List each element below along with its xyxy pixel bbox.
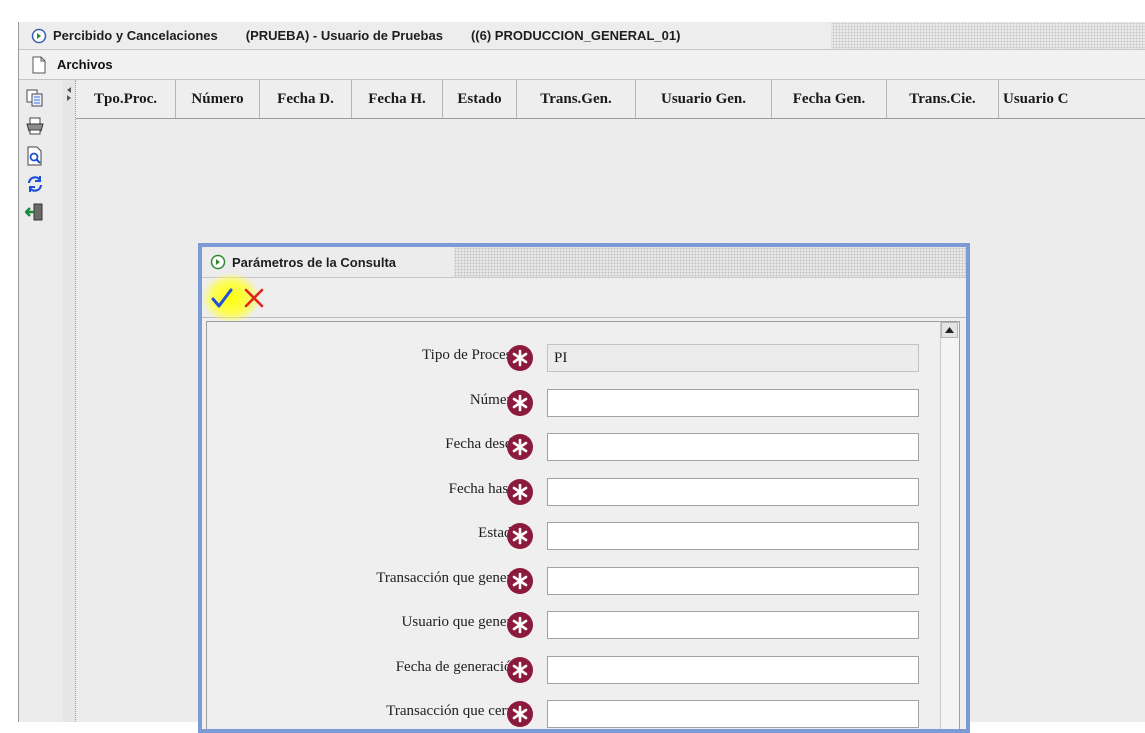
fecha-desde-field[interactable] [547,433,919,461]
required-icon [507,434,533,460]
dialog-form: Tipo de Proceso Número Fecha [206,321,960,729]
form-row-estado: Estado [207,521,927,551]
refresh-button[interactable] [23,172,47,196]
exit-icon [25,203,43,221]
window-title-db: ((6) PRODUCCION_GENERAL_01) [470,28,681,43]
estado-field[interactable] [547,522,919,550]
close-icon [244,288,264,308]
window-title-app: Percibido y Cancelaciones [53,28,218,43]
transaccion-genero-field[interactable] [547,567,919,595]
field-label: Transacción que cerró [386,703,519,719]
query-parameters-dialog: Parámetros de la Consulta Tipo de Proces… [198,243,970,733]
menu-bar: Archivos [19,50,1145,80]
form-row-transaccion-genero: Transacción que generó [207,566,927,596]
print-icon [26,117,44,135]
fecha-hasta-field[interactable] [547,478,919,506]
dialog-title-bar[interactable]: Parámetros de la Consulta [202,247,966,278]
usuario-genero-field[interactable] [547,611,919,639]
col-trans-cie[interactable]: Trans.Cie. [887,80,999,118]
accept-button[interactable] [210,285,234,311]
dialog-title: Parámetros de la Consulta [232,254,396,270]
preview-button[interactable] [23,144,47,168]
col-tpo-proc[interactable]: Tpo.Proc. [76,80,176,118]
col-fecha-gen[interactable]: Fecha Gen. [772,80,887,118]
fecha-generacion-field[interactable] [547,656,919,684]
required-icon [507,345,533,371]
required-icon [507,568,533,594]
title-bar-text: Percibido y Cancelaciones (PRUEBA) - Usu… [19,22,831,49]
window-title-user: (PRUEBA) - Usuario de Pruebas [245,28,443,43]
cancel-button[interactable] [242,285,266,311]
form-row-tipo-proceso: Tipo de Proceso [207,343,927,373]
transaccion-cerro-field[interactable] [547,700,919,728]
form-row-usuario-genero: Usuario que generó [207,610,927,640]
splitter-arrows-icon [67,87,71,101]
col-estado[interactable]: Estado [443,80,517,118]
form-row-fecha-desde: Fecha desde [207,432,927,462]
field-label: Fecha de generación [395,659,519,675]
grid-header: Tpo.Proc. Número Fecha D. Fecha H. Estad… [76,80,1145,119]
dialog-app-icon [210,254,226,270]
checkmark-icon [211,288,233,308]
field-label: Usuario que generó [401,614,519,630]
required-icon [507,390,533,416]
field-label: Transacción que generó [376,570,519,586]
file-icon [32,56,46,73]
tipo-proceso-field[interactable] [547,344,919,372]
scroll-up-button[interactable] [941,322,958,338]
menu-archivos[interactable]: Archivos [57,57,113,72]
panel-splitter[interactable] [63,80,76,722]
dialog-toolbar [202,273,966,323]
left-toolbar [19,80,64,722]
print-button[interactable] [23,114,47,138]
required-icon [507,479,533,505]
required-icon [507,612,533,638]
form-row-fecha-hasta: Fecha hasta [207,477,927,507]
col-fecha-d[interactable]: Fecha D. [260,80,352,118]
copy-button[interactable] [23,86,47,110]
form-row-numero: Número [207,388,927,418]
form-row-transaccion-cerro: Transacción que cerró [207,699,927,729]
window-app-icon [31,28,47,43]
preview-icon [27,146,42,166]
exit-button[interactable] [23,200,47,224]
title-bar[interactable]: Percibido y Cancelaciones (PRUEBA) - Usu… [19,22,1145,50]
copy-icon [26,89,43,107]
numero-field[interactable] [547,389,919,417]
required-icon [507,657,533,683]
required-icon [507,701,533,727]
arrow-up-icon [945,327,954,333]
col-numero[interactable]: Número [176,80,260,118]
required-icon [507,523,533,549]
col-usuario-gen[interactable]: Usuario Gen. [636,80,772,118]
form-scrollbar[interactable] [940,322,959,729]
refresh-icon [27,176,43,192]
col-trans-gen[interactable]: Trans.Gen. [517,80,636,118]
form-row-fecha-generacion: Fecha de generación [207,655,927,685]
col-usuario-c[interactable]: Usuario C [999,80,1145,118]
col-fecha-h[interactable]: Fecha H. [352,80,443,118]
